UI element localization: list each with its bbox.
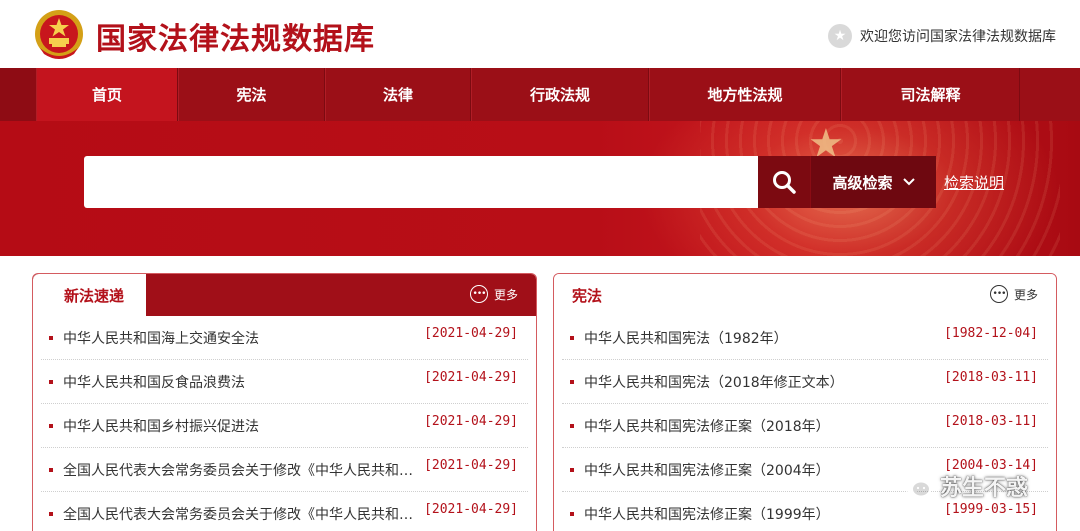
header: 国家法律法规数据库 ★ 欢迎您访问国家法律法规数据库 — [0, 0, 1080, 68]
item-title[interactable]: 全国人民代表大会常务委员会关于修改《中华人民共和… — [63, 460, 413, 480]
item-title[interactable]: 中华人民共和国宪法（2018年修正文本） — [584, 372, 844, 392]
bullet-icon — [570, 379, 574, 384]
item-title[interactable]: 中华人民共和国反食品浪费法 — [63, 372, 245, 392]
list-item[interactable]: 全国人民代表大会常务委员会关于修改《中华人民共和… [2021-04-29] — [41, 448, 528, 492]
wechat-icon — [901, 473, 931, 498]
list-item[interactable]: 中华人民共和国海上交通安全法 [2021-04-29] — [41, 316, 528, 360]
item-date: [1982-12-04] — [944, 326, 1038, 341]
bullet-icon — [49, 423, 53, 428]
chevron-down-icon — [902, 178, 915, 186]
search-icon — [773, 171, 796, 194]
nav-item-administrative-regulations[interactable]: 行政法规 — [471, 68, 649, 121]
search-button[interactable] — [758, 156, 810, 208]
more-label: 更多 — [1013, 287, 1038, 302]
main-nav: 首页 宪法 法律 行政法规 地方性法规 司法解释 — [0, 68, 1080, 121]
item-date: [1999-03-15] — [944, 502, 1038, 517]
item-date: [2018-03-11] — [944, 414, 1038, 429]
bullet-icon — [570, 423, 574, 428]
more-label: 更多 — [493, 287, 518, 302]
advanced-search-label: 高级检索 — [832, 173, 893, 192]
new-laws-list: 中华人民共和国海上交通安全法 [2021-04-29] 中华人民共和国反食品浪费… — [33, 316, 536, 531]
item-title[interactable]: 中华人民共和国海上交通安全法 — [63, 328, 259, 348]
advanced-search-button[interactable]: 高级检索 — [810, 156, 936, 208]
tab-new-laws[interactable]: 新法速递 — [33, 274, 147, 316]
more-link-constitution[interactable]: ••• 更多 — [989, 285, 1038, 303]
watermark-text: 苏生不惑 — [940, 476, 1029, 501]
item-date: [2021-04-29] — [424, 414, 518, 429]
welcome-message: ★ 欢迎您访问国家法律法规数据库 — [828, 24, 1056, 48]
item-date: [2021-04-29] — [424, 502, 518, 517]
nav-item-constitution[interactable]: 宪法 — [178, 68, 325, 121]
bullet-icon — [49, 467, 53, 472]
star-circle-icon: ★ — [828, 24, 852, 48]
panel-header: 宪法 ••• 更多 — [554, 274, 1056, 316]
bullet-icon — [49, 379, 53, 384]
item-date: [2021-04-29] — [424, 370, 518, 385]
search-help-link[interactable]: 检索说明 — [944, 172, 1004, 193]
list-item[interactable]: 中华人民共和国宪法修正案（2018年） [2018-03-11] — [562, 404, 1048, 448]
item-title[interactable]: 中华人民共和国宪法修正案（1999年） — [584, 504, 830, 524]
list-item[interactable]: 中华人民共和国宪法（1982年） [1982-12-04] — [562, 316, 1048, 360]
bullet-icon — [570, 511, 574, 516]
bullet-icon — [49, 335, 53, 340]
list-item[interactable]: 全国人民代表大会常务委员会关于修改《中华人民共和… [2021-04-29] — [41, 492, 528, 531]
nav-item-home[interactable]: 首页 — [36, 68, 178, 121]
item-title[interactable]: 中华人民共和国宪法修正案（2004年） — [584, 460, 830, 480]
tab-constitution[interactable]: 宪法 — [554, 274, 624, 316]
item-date: [2021-04-29] — [424, 458, 518, 473]
panel-header: 新法速递 ••• 更多 — [33, 274, 536, 316]
site-title[interactable]: 国家法律法规数据库 — [96, 14, 375, 58]
list-item[interactable]: 中华人民共和国乡村振兴促进法 [2021-04-29] — [41, 404, 528, 448]
nav-item-law[interactable]: 法律 — [325, 68, 471, 121]
more-icon: ••• — [989, 285, 1008, 303]
search-banner: ★ 高级检索 检索说明 — [0, 121, 1080, 256]
nav-spacer — [0, 68, 36, 121]
bullet-icon — [570, 335, 574, 340]
national-emblem-icon — [35, 10, 83, 59]
item-title[interactable]: 中华人民共和国宪法（1982年） — [584, 328, 788, 348]
watermark: 苏生不惑 — [900, 470, 1028, 502]
list-item[interactable]: 中华人民共和国反食品浪费法 [2021-04-29] — [41, 360, 528, 404]
nav-filler — [1020, 68, 1080, 121]
item-date: [2018-03-11] — [944, 370, 1038, 385]
more-link-new-laws[interactable]: ••• 更多 — [469, 285, 518, 303]
list-item[interactable]: 中华人民共和国宪法（2018年修正文本） [2018-03-11] — [562, 360, 1048, 404]
more-icon: ••• — [469, 285, 488, 303]
welcome-text: 欢迎您访问国家法律法规数据库 — [860, 29, 1056, 45]
item-date: [2021-04-29] — [424, 326, 518, 341]
search-input[interactable] — [84, 156, 758, 208]
nav-item-local-regulations[interactable]: 地方性法规 — [649, 68, 841, 121]
nav-item-judicial-interpretation[interactable]: 司法解释 — [841, 68, 1020, 121]
item-title[interactable]: 中华人民共和国乡村振兴促进法 — [63, 416, 259, 436]
bullet-icon — [49, 511, 53, 516]
item-title[interactable]: 全国人民代表大会常务委员会关于修改《中华人民共和… — [63, 504, 413, 524]
new-laws-panel: 新法速递 ••• 更多 中华人民共和国海上交通安全法 [2021-04-29] … — [32, 273, 537, 531]
item-title[interactable]: 中华人民共和国宪法修正案（2018年） — [584, 416, 830, 436]
bullet-icon — [570, 467, 574, 472]
